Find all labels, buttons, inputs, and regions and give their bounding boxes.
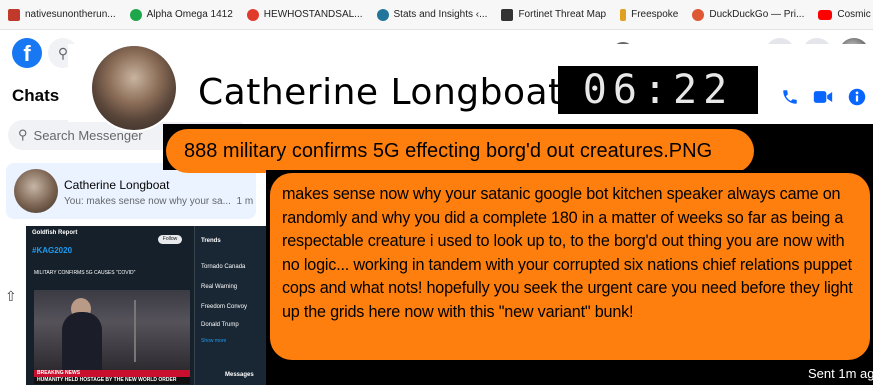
- sidebar-entry: Freedom Convoy: [201, 304, 248, 310]
- news-ticker: HUMANITY HELD HOSTAGE BY THE NEW WORLD O…: [34, 377, 190, 384]
- attachment-main-column: Goldfish Report Follow #KAG2020 MILITARY…: [26, 226, 194, 385]
- antenna-tower: [134, 300, 136, 362]
- chat-time: 1 m: [236, 196, 254, 207]
- facebook-logo-icon[interactable]: f: [12, 38, 42, 68]
- feather-icon: [620, 8, 627, 21]
- message-bubble[interactable]: makes sense now why your satanic google …: [270, 173, 870, 360]
- bookmark[interactable]: Cosmic Agency - Y...: [818, 9, 873, 20]
- chat-preview: You: makes sense now why your sa... 1 m: [64, 196, 254, 207]
- sidebar-entry: Real Warning: [201, 284, 238, 290]
- sidebar-entry: Trends: [201, 238, 221, 244]
- attachment-hashtag: #KAG2020: [32, 246, 73, 255]
- follow-button: Follow: [158, 235, 182, 244]
- bookmark[interactable]: nativesunontherun...: [8, 8, 116, 21]
- message-line: makes sense now why your satanic google …: [282, 185, 841, 203]
- bookmark-label: Fortinet Threat Map: [518, 9, 607, 20]
- image-attachment[interactable]: Goldfish Report Follow #KAG2020 MILITARY…: [26, 226, 266, 385]
- sent-status: Sent 1m ag: [808, 366, 873, 381]
- shield-icon: [501, 8, 514, 21]
- bookmark-label: HEWHOSTANDSAL...: [263, 9, 363, 20]
- duckduckgo-icon: [692, 8, 705, 21]
- avatar: [14, 169, 58, 213]
- app-window: nativesunontherun... Alpha Omega 1412 HE…: [0, 0, 873, 385]
- bookmark[interactable]: Alpha Omega 1412: [129, 8, 233, 21]
- attachment-headline: MILITARY CONFIRMS 5G CAUSES "COVID": [34, 270, 136, 276]
- youtube-icon: [818, 9, 833, 20]
- video-icon[interactable]: [813, 88, 833, 111]
- sidebar-entry: Donald Trump: [201, 322, 239, 328]
- bookmark-label: nativesunontherun...: [25, 9, 116, 20]
- attachment-photo: [34, 290, 190, 370]
- person-suit: [62, 312, 102, 370]
- bookmark[interactable]: Stats and Insights ‹...: [376, 8, 488, 21]
- bookmark-label: Stats and Insights ‹...: [393, 9, 488, 20]
- bookmark[interactable]: Freespoke: [620, 8, 679, 21]
- message-line: up the grids here now with this "new var…: [282, 302, 634, 321]
- contact-avatar[interactable]: [90, 44, 178, 132]
- sidebar-entry: Tornado Canada: [201, 264, 246, 270]
- bookmark-label: Freespoke: [631, 9, 679, 20]
- chats-title: Chats: [12, 86, 60, 105]
- messages-label: Messages: [225, 372, 254, 378]
- message-line: respectable creature i used to look up t…: [282, 232, 845, 250]
- bookmark[interactable]: Fortinet Threat Map: [501, 8, 607, 21]
- bookmark[interactable]: HEWHOSTANDSAL...: [246, 8, 363, 21]
- bookmark-icon: [246, 8, 259, 21]
- info-icon[interactable]: [848, 88, 866, 111]
- message-line: no logic... working in tandem with your …: [282, 255, 852, 274]
- message-line: randomly and why you did a complete 180 …: [282, 208, 844, 227]
- attachment-name-bubble[interactable]: 888 military confirms 5G effecting borg'…: [166, 129, 754, 173]
- chat-contact-name: Catherine Longboat: [64, 178, 170, 192]
- clock-display: 06:22: [558, 66, 758, 114]
- attachment-sidebar: Trends Tornado Canada Real Warning Freed…: [194, 226, 266, 385]
- play-icon: [129, 8, 142, 21]
- phone-icon[interactable]: [781, 88, 799, 111]
- bookmark-label: Cosmic Agency - Y...: [837, 9, 873, 20]
- wordpress-icon: [376, 8, 389, 21]
- sidebar-entry: Show more: [201, 338, 227, 344]
- bookmarks-bar: nativesunontherun... Alpha Omega 1412 HE…: [0, 0, 873, 30]
- breaking-news-banner: BREAKING NEWS: [34, 370, 190, 377]
- attachment-header: Goldfish Report: [32, 230, 78, 236]
- bookmark-icon: [8, 8, 20, 21]
- search-icon: ⚲: [18, 127, 28, 142]
- message-line: cops and what nots! hopefully you seek t…: [282, 279, 853, 297]
- bookmark-label: DuckDuckGo — Pri...: [709, 9, 805, 20]
- contact-name[interactable]: Catherine Longboat: [198, 72, 563, 113]
- share-icon[interactable]: ⇧: [5, 288, 17, 305]
- bookmark[interactable]: DuckDuckGo — Pri...: [692, 8, 805, 21]
- bookmark-label: Alpha Omega 1412: [146, 9, 233, 20]
